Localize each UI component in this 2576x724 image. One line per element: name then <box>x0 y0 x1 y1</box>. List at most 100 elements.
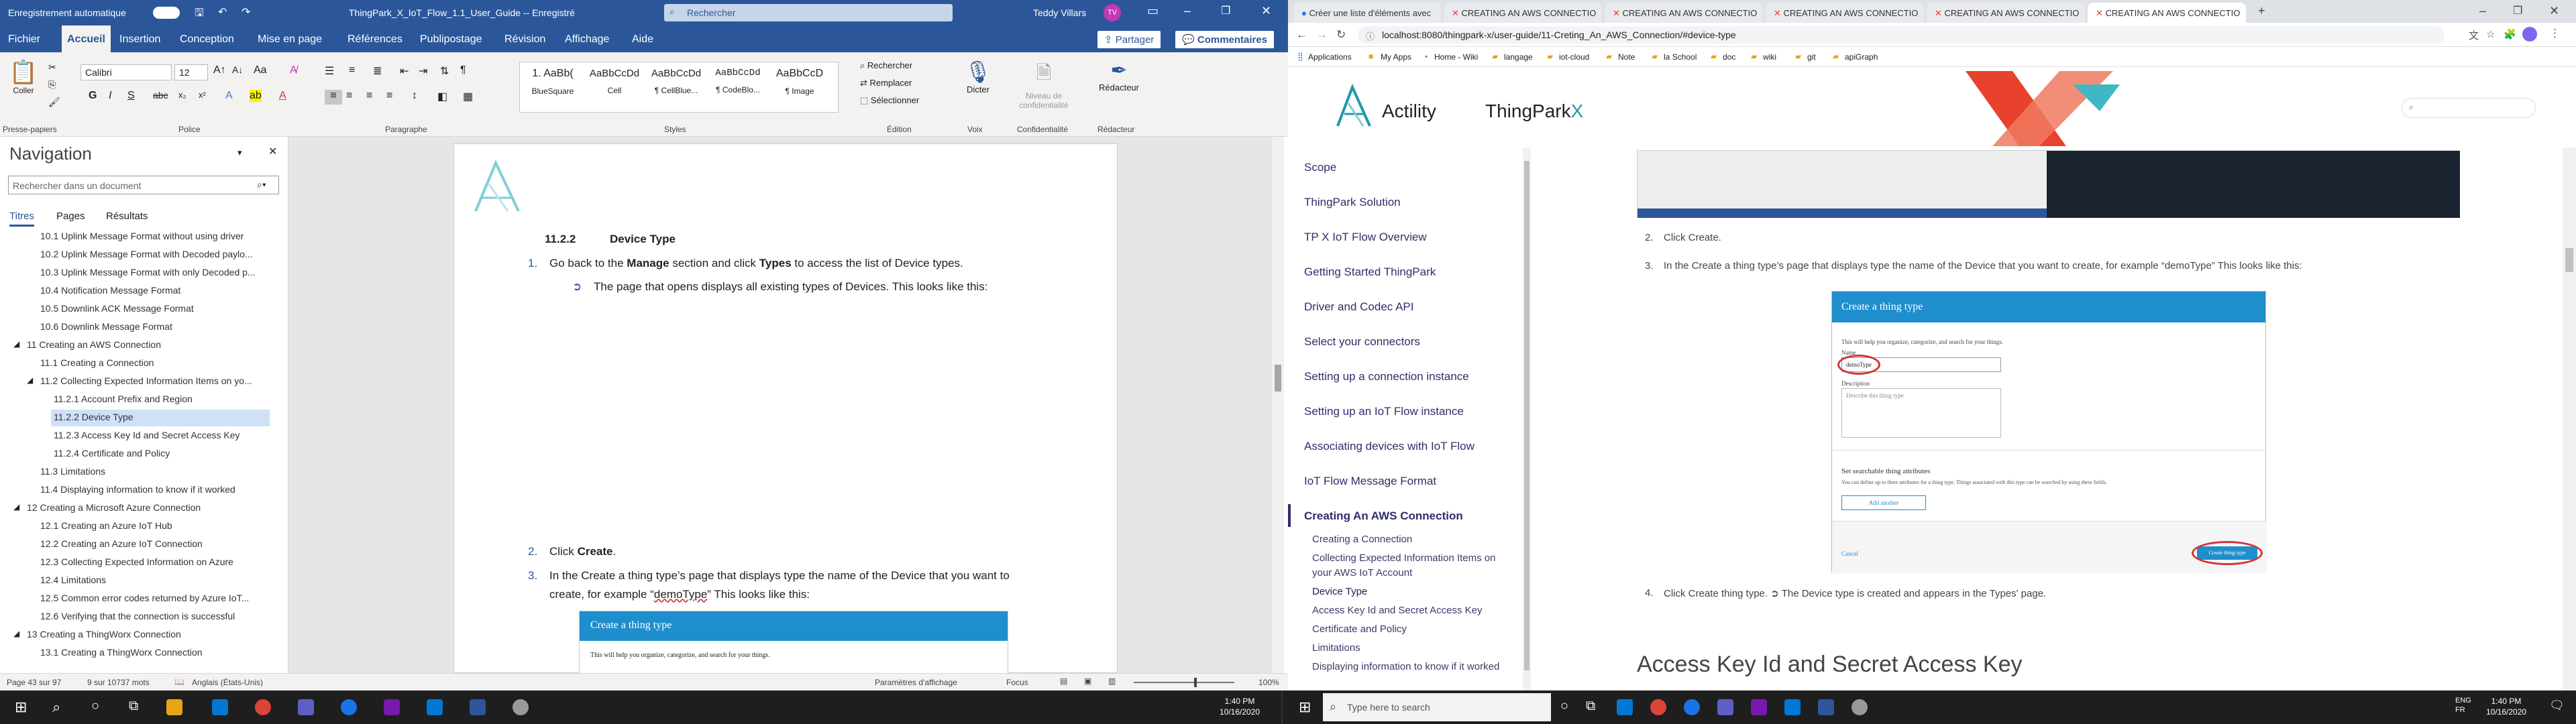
grow-font-icon[interactable]: A↑ <box>213 64 226 76</box>
bookmark-item[interactable]: apiGraph <box>1845 52 1878 62</box>
task-view-icon[interactable]: ⧉ <box>129 699 138 714</box>
sidebar-link[interactable]: Setting up an IoT Flow instance <box>1304 405 1464 418</box>
print-layout-icon[interactable]: ▣ <box>1084 676 1091 686</box>
nav-item[interactable]: 11.1 Creating a Connection <box>40 357 154 368</box>
web-layout-icon[interactable]: ▥ <box>1108 676 1116 686</box>
menu-review[interactable]: Révision <box>504 34 545 46</box>
sidebar-sublink[interactable]: Certificate and Policy <box>1312 623 1407 635</box>
sidebar-link-active[interactable]: Creating An AWS Connection <box>1304 509 1463 523</box>
style-item[interactable]: 1. AaBb( BlueSquare <box>524 68 582 96</box>
outlook-icon[interactable] <box>1617 699 1633 715</box>
scrollbar-thumb[interactable] <box>1275 365 1281 391</box>
find-button[interactable]: ⌕ Rechercher <box>860 60 912 71</box>
task-view-icon[interactable]: ⧉ <box>1586 699 1595 714</box>
app-icon[interactable] <box>1851 699 1868 715</box>
format-painter-icon[interactable]: 🖌 <box>48 97 60 108</box>
sidebar-sublink[interactable]: Displaying information to know if it wor… <box>1312 661 1499 672</box>
nav-item[interactable]: 12.3 Collecting Expected Information on … <box>40 556 233 567</box>
dictate-button[interactable]: 🎙 Dicter <box>959 59 997 95</box>
sidebar-link[interactable]: Setting up a connection instance <box>1304 370 1469 383</box>
nav-item[interactable]: 11 Creating an AWS Connection <box>27 339 161 350</box>
nav-item[interactable]: 11.2.1 Account Prefix and Region <box>54 394 193 404</box>
bullets-icon[interactable]: ☰ <box>325 64 334 78</box>
proofing-icon[interactable]: 📖 <box>174 677 184 686</box>
nav-item[interactable]: 10.2 Uplink Message Format with Decoded … <box>40 249 253 259</box>
read-mode-icon[interactable]: ▤ <box>1060 676 1067 686</box>
shrink-font-icon[interactable]: A↓ <box>232 64 243 75</box>
apps-icon[interactable]: ⣿ <box>1297 52 1303 61</box>
copy-icon[interactable]: ⎘ <box>48 79 56 90</box>
scrollbar-thumb[interactable] <box>1524 161 1529 670</box>
app-icon[interactable] <box>513 699 529 715</box>
teams-icon[interactable] <box>298 699 314 715</box>
status-page[interactable]: Page 43 sur 97 <box>7 678 61 687</box>
menu-kebab-icon[interactable]: ⋮ <box>2549 27 2561 40</box>
show-marks-icon[interactable]: ¶ <box>460 64 466 76</box>
onenote-icon[interactable] <box>384 699 400 715</box>
font-name-select[interactable]: Calibri <box>80 64 172 80</box>
align-right-icon[interactable]: ≡ <box>366 90 372 102</box>
bookmark-item[interactable]: Home - Wiki <box>1434 52 1478 62</box>
zoom-slider-thumb[interactable] <box>1194 678 1197 687</box>
reload-icon[interactable]: ↻ <box>1336 28 1346 42</box>
decrease-indent-icon[interactable]: ⇤ <box>400 64 409 78</box>
nav-item[interactable]: 12.2 Creating an Azure IoT Connection <box>40 538 203 549</box>
underline-icon[interactable]: S <box>127 90 135 102</box>
nav-tab-headings[interactable]: Titres <box>9 210 34 227</box>
search-icon[interactable]: ⌕ <box>52 699 60 716</box>
minimize-icon[interactable]: – <box>2479 4 2486 18</box>
sidebar-sublink[interactable]: Limitations <box>1312 642 1360 654</box>
justify-icon[interactable]: ≡ <box>386 90 392 102</box>
nav-close-icon[interactable]: ✕ <box>268 145 277 158</box>
sidebar-link[interactable]: Getting Started ThingPark <box>1304 265 1436 279</box>
sidebar-link[interactable]: Associating devices with IoT Flow <box>1304 440 1474 453</box>
sidebar-sublink[interactable]: Collecting Expected Information Items on <box>1312 552 1495 564</box>
nav-item[interactable]: 13.1 Creating a ThingWorx Connection <box>40 647 203 658</box>
nav-item[interactable]: 10.3 Uplink Message Format with only Dec… <box>40 267 256 278</box>
nav-item[interactable]: 10.6 Downlink Message Format <box>40 321 172 332</box>
sidebar-sublink-active[interactable]: Device Type <box>1312 586 1367 597</box>
url-text[interactable]: localhost:8080/thingpark-x/user-guide/11… <box>1382 29 1736 40</box>
site-search-input[interactable]: ⌕ <box>2402 98 2536 118</box>
autosave-toggle[interactable] <box>153 7 180 19</box>
menu-home[interactable]: Accueil <box>62 25 111 52</box>
brand-actility[interactable]: Actility <box>1382 101 1436 122</box>
nav-item[interactable]: 12.4 Limitations <box>40 575 106 585</box>
paste-button[interactable]: 📋 Coller <box>8 59 39 109</box>
browser-tab[interactable]: ● Créer une liste d'éléments avec <box>1293 3 1441 23</box>
sidebar-link[interactable]: ThingPark Solution <box>1304 196 1401 209</box>
strikethrough-icon[interactable]: abc <box>153 90 168 101</box>
nav-item[interactable]: 10.1 Uplink Message Format without using… <box>40 231 244 241</box>
chrome-icon[interactable] <box>255 699 271 715</box>
user-avatar[interactable]: TV <box>1104 4 1121 21</box>
bookmark-item[interactable]: iot-cloud <box>1559 52 1589 62</box>
select-button[interactable]: ⬚ Sélectionner <box>860 95 919 106</box>
bookmark-item[interactable]: doc <box>1723 52 1735 62</box>
subscript-icon[interactable]: x₂ <box>178 90 186 100</box>
notification-icon[interactable]: 🗨 <box>2549 699 2565 713</box>
nav-tab-pages[interactable]: Pages <box>56 210 85 222</box>
bookmark-item[interactable]: langage <box>1504 52 1533 62</box>
borders-icon[interactable]: ▦ <box>463 90 473 103</box>
nav-item[interactable]: 10.5 Downlink ACK Message Format <box>40 303 194 314</box>
bold-icon[interactable]: G <box>89 90 97 102</box>
minimize-icon[interactable]: – <box>1184 4 1191 18</box>
word-icon[interactable] <box>470 699 486 715</box>
status-words[interactable]: 9 sur 10737 mots <box>87 678 150 687</box>
word-icon[interactable] <box>1818 699 1834 715</box>
highlight-icon[interactable]: ab <box>250 90 262 102</box>
menu-file[interactable]: Fichier <box>8 34 40 46</box>
editor-button[interactable]: ✒ Rédacteur <box>1093 59 1144 93</box>
collapse-icon[interactable]: ◢ <box>27 375 33 385</box>
text-effects-icon[interactable]: A <box>225 90 233 102</box>
vscode-icon[interactable] <box>1784 699 1801 715</box>
menu-design[interactable]: Conception <box>180 34 234 46</box>
info-icon[interactable]: ⓘ <box>1366 29 1375 42</box>
nav-item[interactable]: 11.2 Collecting Expected Information Ite… <box>40 375 252 386</box>
italic-icon[interactable]: I <box>109 90 111 102</box>
menu-help[interactable]: Aide <box>632 34 653 46</box>
scrollbar-thumb[interactable] <box>2565 248 2573 272</box>
chrome-icon[interactable] <box>1650 699 1666 715</box>
file-explorer-icon[interactable] <box>166 699 182 715</box>
document-page[interactable]: 11.2.2 Device Type 1. Go back to the Man… <box>453 143 1118 674</box>
